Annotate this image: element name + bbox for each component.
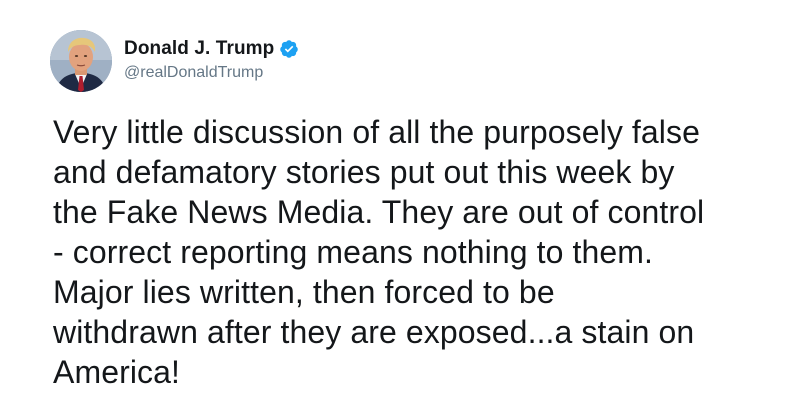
tweet-text: Very little discussion of all the purpos…	[53, 114, 705, 390]
name-row: Donald J. Trump	[124, 36, 299, 62]
display-name[interactable]: Donald J. Trump	[124, 38, 274, 60]
tweet-header: Donald J. Trump @realDonaldTrump	[50, 30, 299, 92]
verified-badge-icon	[279, 39, 299, 59]
author-names: Donald J. Trump @realDonaldTrump	[124, 36, 299, 82]
tweet-card: Donald J. Trump @realDonaldTrump Very li…	[0, 0, 800, 420]
user-handle[interactable]: @realDonaldTrump	[124, 64, 299, 82]
profile-photo-icon	[50, 30, 112, 92]
avatar[interactable]	[50, 30, 112, 92]
